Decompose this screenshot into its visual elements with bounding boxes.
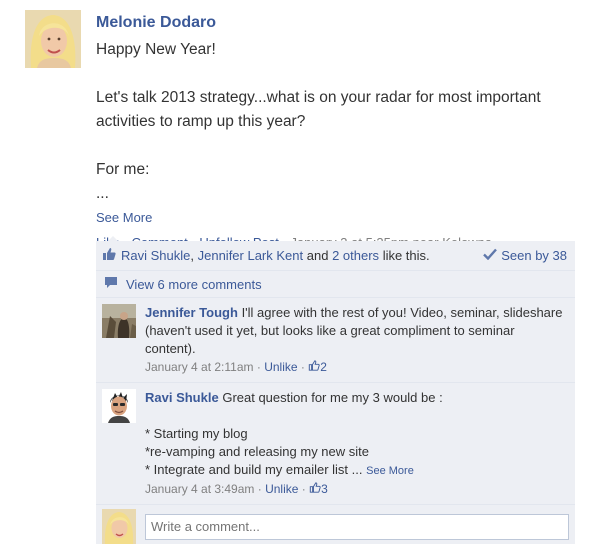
thumbs-up-icon (309, 480, 321, 498)
comment-meta: January 4 at 3:49am · Unlike · 3 (145, 480, 328, 498)
post: Melonie Dodaro Happy New Year! Let's tal… (96, 12, 576, 253)
post-author-name[interactable]: Melonie Dodaro (96, 12, 576, 34)
liker-link[interactable]: Ravi Shukle (121, 248, 190, 263)
current-user-avatar (102, 508, 136, 544)
comment-like-count[interactable]: 3 (309, 480, 328, 498)
comment-like-count[interactable]: 2 (308, 358, 327, 376)
view-more-comments-label: View 6 more comments (126, 276, 262, 292)
comment-meta: January 4 at 2:11am · Unlike · 2 (145, 358, 327, 376)
thumbs-up-icon (102, 247, 116, 264)
comment-timestamp[interactable]: January 4 at 2:11am (145, 360, 254, 374)
commenter-avatar[interactable] (102, 304, 136, 338)
unlike-link[interactable]: Unlike (265, 482, 298, 496)
post-text: Happy New Year! Let's talk 2013 strategy… (96, 41, 541, 202)
comment: Ravi Shukle Great question for me my 3 w… (96, 383, 575, 505)
likes-summary: Ravi Shukle, Jennifer Lark Kent and 2 ot… (121, 248, 430, 263)
comment-see-more-link[interactable]: See More (366, 465, 414, 477)
comment-input[interactable] (145, 513, 569, 540)
comment-author[interactable]: Jennifer Tough (145, 305, 238, 320)
comment-author[interactable]: Ravi Shukle (145, 390, 219, 405)
liker-link[interactable]: Jennifer Lark Kent (198, 248, 304, 263)
unlike-link[interactable]: Unlike (264, 360, 297, 374)
comment-timestamp[interactable]: January 4 at 3:49am (145, 482, 254, 496)
thumbs-up-icon (308, 358, 320, 376)
view-more-comments[interactable]: View 6 more comments (96, 271, 575, 298)
author-avatar[interactable] (25, 10, 81, 68)
likes-row: Ravi Shukle, Jennifer Lark Kent and 2 ot… (96, 236, 575, 271)
checkmark-icon (483, 248, 501, 263)
seen-by-link[interactable]: Seen by 38 (483, 248, 567, 263)
feedback-section: Ravi Shukle, Jennifer Lark Kent and 2 ot… (96, 236, 575, 544)
others-link[interactable]: 2 others (332, 248, 379, 263)
comment: Jennifer Tough I'll agree with the rest … (96, 298, 575, 383)
seen-by-label: Seen by 38 (501, 248, 567, 263)
see-more-link[interactable]: See More (96, 208, 576, 228)
commenter-avatar[interactable] (102, 389, 136, 423)
comment-bubble-icon (104, 276, 126, 292)
comment-composer (96, 505, 575, 544)
